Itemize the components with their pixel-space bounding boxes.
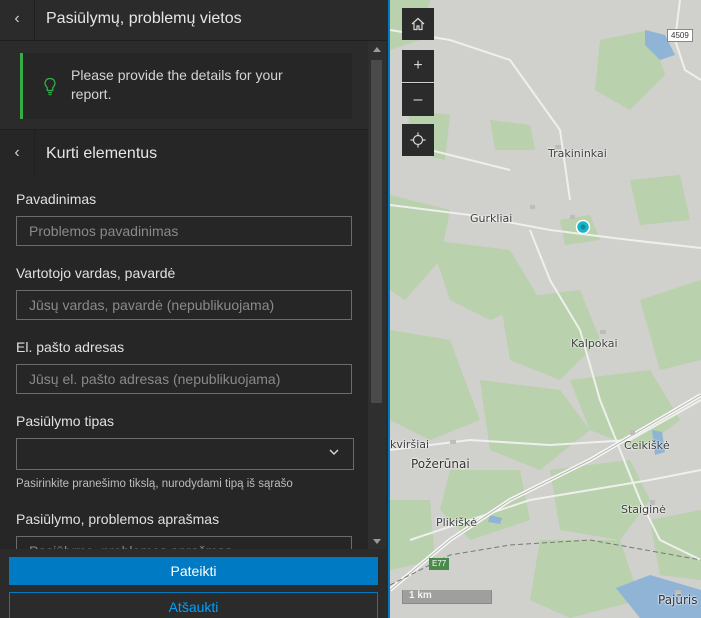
place-label-kalpokai: Kalpokai (571, 337, 618, 350)
route-shield-e77: E77 (429, 558, 450, 570)
name-label: Pavadinimas (16, 191, 97, 207)
description-label: Pasiūlymo, problemos aprašmas (16, 511, 220, 527)
place-label-kvirsiai: kviršiai (390, 438, 430, 451)
scroll-up-arrow-icon[interactable] (373, 47, 381, 52)
home-button[interactable] (402, 8, 434, 40)
locate-icon (410, 132, 426, 148)
side-panel: ‹ Pasiūlymų, problemų vietos Please prov… (0, 0, 388, 618)
type-select[interactable] (16, 438, 354, 470)
notice-text: Please provide the details for your repo… (71, 67, 283, 102)
create-features-header: ‹ Kurti elementus (0, 129, 368, 179)
place-label-ceikiske: Ceikiškė (624, 439, 670, 452)
scale-bar: 1 km (402, 590, 492, 604)
panel-header: ‹ Pasiūlymų, problemų vietos (0, 0, 386, 41)
place-label-pozerunai: Požerūnai (411, 457, 470, 471)
user-name-input[interactable] (16, 290, 352, 320)
chevron-down-icon (329, 449, 339, 455)
route-shield-4509: 4509 (667, 29, 693, 42)
lightbulb-icon (44, 77, 56, 96)
chevron-left-icon[interactable]: ‹ (0, 0, 35, 40)
zoom-out-button[interactable]: – (402, 83, 434, 116)
type-label: Pasiūlymo tipas (16, 413, 115, 429)
type-hint: Pasirinkite pranešimo tikslą, nurodydami… (16, 478, 293, 490)
place-label-staigine: Staiginė (621, 503, 666, 516)
locate-button[interactable] (402, 124, 434, 156)
map-view[interactable]: Trakininkai Gurkliai Kalpokai kviršiai P… (390, 0, 701, 618)
panel-scrollbar[interactable] (368, 41, 386, 549)
email-input[interactable] (16, 364, 352, 394)
place-label-trakininkai: Trakininkai (548, 147, 607, 160)
chevron-left-icon[interactable]: ‹ (0, 130, 35, 178)
panel-title: Pasiūlymų, problemų vietos (46, 10, 242, 27)
user-label: Vartotojo vardas, pavardė (16, 265, 176, 281)
place-label-pajuris: Pajūris (658, 593, 698, 607)
notice-container: Please provide the details for your repo… (0, 41, 368, 129)
place-label-gurkliai: Gurkliai (470, 212, 513, 225)
scroll-down-arrow-icon[interactable] (373, 539, 381, 544)
scrollbar-thumb[interactable] (371, 60, 382, 403)
zoom-in-button[interactable]: + (402, 50, 434, 82)
feature-form: Pavadinimas Vartotojo vardas, pavardė El… (0, 178, 368, 549)
description-input[interactable] (16, 536, 352, 549)
place-label-plikiske: Plikiškė (436, 516, 478, 529)
notice-box: Please provide the details for your repo… (20, 53, 352, 119)
create-features-title: Kurti elementus (46, 145, 158, 162)
email-label: El. pašto adresas (16, 339, 125, 355)
name-input[interactable] (16, 216, 352, 246)
submit-button[interactable]: Pateikti (9, 557, 378, 585)
panel-scroll-area[interactable]: Please provide the details for your repo… (0, 41, 368, 549)
home-icon (411, 17, 425, 31)
panel-footer: Pateikti Atšaukti (0, 549, 388, 618)
cancel-button[interactable]: Atšaukti (9, 592, 378, 618)
